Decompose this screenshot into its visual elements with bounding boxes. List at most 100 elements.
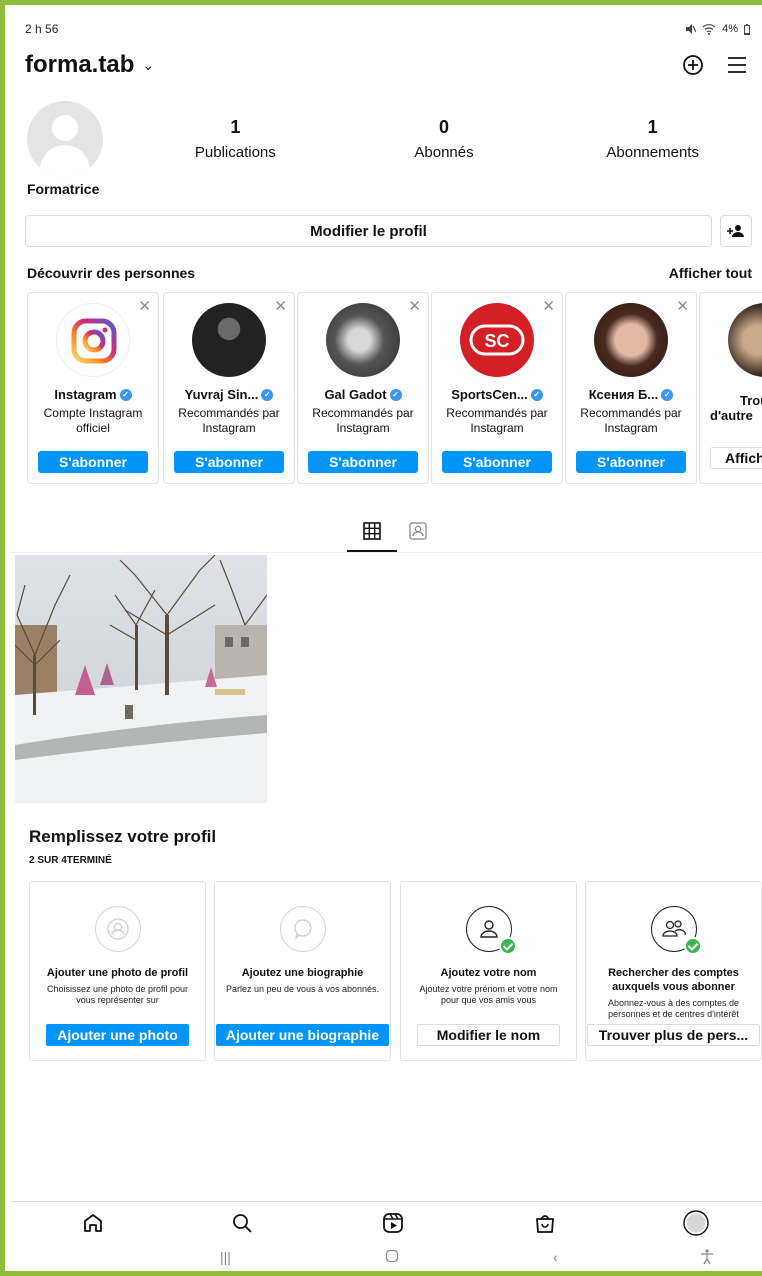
- complete-profile-title: Remplissez votre profil: [29, 827, 217, 846]
- stat-publications[interactable]: 1 Publications: [131, 117, 340, 161]
- stat-value: 1: [647, 117, 658, 137]
- profile-avatar-icon[interactable]: [683, 1210, 709, 1236]
- grid-icon[interactable]: [360, 519, 384, 543]
- suggestion-avatar: [594, 303, 668, 377]
- profile-photo-icon: [94, 906, 141, 952]
- edit-profile-button[interactable]: Modifier le profil: [25, 215, 712, 247]
- username: forma.tab: [25, 51, 135, 78]
- follow-button[interactable]: S'abonner: [442, 451, 552, 473]
- status-icons: 4%: [684, 23, 750, 35]
- profile-tabs: [10, 515, 762, 553]
- suggestion-name[interactable]: Yuvraj Sin... ✓: [164, 387, 294, 402]
- system-navigation-bar: ||| ‹: [10, 1243, 762, 1271]
- follow-button[interactable]: S'abonner: [38, 451, 148, 473]
- battery-percent: 4%: [722, 23, 738, 35]
- suggestion-avatar: [192, 303, 266, 377]
- task-title: Ajoutez votre nom: [440, 967, 537, 979]
- back-icon[interactable]: ‹: [553, 1249, 558, 1265]
- person-icon: [465, 906, 517, 955]
- task-card-bio: Ajoutez une biographie Parlez un peu de …: [214, 881, 391, 1061]
- verified-badge-icon: ✓: [661, 388, 674, 401]
- profile-stats: 1 Publications 0 Abonnés 1 Abonnements: [131, 117, 757, 161]
- suggestion-reason: Recommandés par Instagram: [580, 406, 682, 435]
- svg-text:SC: SC: [484, 331, 509, 351]
- suggestion-name[interactable]: Gal Gadot ✓: [298, 387, 428, 402]
- stat-followers[interactable]: 0 Abonnés: [340, 117, 549, 161]
- see-all-link[interactable]: Afficher tout: [669, 265, 752, 281]
- discover-header: Découvrir des personnes Afficher tout: [27, 265, 752, 281]
- suggestion-card[interactable]: ✕ Yuvraj Sin... ✓ Recommandés par Instagr…: [163, 292, 295, 484]
- task-card-follow: Rechercher des comptes auxquels vous abo…: [585, 881, 762, 1061]
- suggestion-reason: Recommandés par Instagram: [178, 406, 280, 435]
- suggestion-carousel[interactable]: ✕ Instagram ✓ Compte Instagram officiel S…: [27, 292, 762, 484]
- profile-header: forma.tab ⌄: [25, 45, 750, 85]
- add-photo-button[interactable]: Ajouter une photo: [46, 1024, 189, 1046]
- suggestion-card[interactable]: ✕ SC SportsCen... ✓ Recommandés par Insta…: [431, 292, 563, 484]
- search-icon[interactable]: [229, 1210, 255, 1236]
- status-bar: 2 h 56 4%: [25, 19, 750, 39]
- check-icon: [498, 937, 517, 955]
- close-icon[interactable]: ✕: [138, 297, 151, 315]
- follow-button[interactable]: S'abonner: [174, 451, 284, 473]
- complete-profile-progress: 2 SUR 4TERMINÉ: [29, 855, 112, 866]
- verified-badge-icon: ✓: [119, 388, 132, 401]
- task-description: Abonnez-vous à des comptes de personnes …: [607, 998, 740, 1019]
- suggestion-name[interactable]: Ксения Б... ✓: [566, 387, 696, 402]
- profile-avatar[interactable]: [27, 101, 103, 177]
- wifi-icon: [702, 24, 716, 35]
- suggestion-name[interactable]: Instagram ✓: [28, 387, 158, 402]
- home-button-icon[interactable]: [385, 1249, 399, 1266]
- suggestion-name[interactable]: SportsCen... ✓: [432, 387, 562, 402]
- close-icon[interactable]: ✕: [676, 297, 689, 315]
- find-more-people-button[interactable]: Trouver plus de pers...: [587, 1024, 760, 1046]
- chevron-down-icon: ⌄: [142, 56, 155, 73]
- task-title: Rechercher des comptes auxquels vous abo…: [608, 967, 739, 993]
- show-all-button[interactable]: Affiche: [710, 447, 762, 469]
- check-icon: [683, 937, 702, 955]
- add-bio-button[interactable]: Ajouter une biographie: [216, 1024, 389, 1046]
- suggestion-reason: Recommandés par Instagram: [312, 406, 414, 435]
- close-icon[interactable]: ✕: [274, 297, 287, 315]
- stat-label: Abonnés: [414, 144, 474, 161]
- find-more-card[interactable]: Trou d'autre Affiche: [699, 292, 762, 484]
- discover-people-button[interactable]: [720, 215, 752, 247]
- follow-button[interactable]: S'abonner: [576, 451, 686, 473]
- verified-badge-icon: ✓: [261, 388, 274, 401]
- suggestion-card[interactable]: ✕ Gal Gadot ✓ Recommandés par Instagram S…: [297, 292, 429, 484]
- shop-icon[interactable]: [532, 1210, 558, 1236]
- task-title: Ajoutez une biographie: [241, 967, 364, 979]
- home-icon[interactable]: [80, 1210, 106, 1236]
- suggestion-card[interactable]: ✕ Ксения Б... ✓ Recommandés par Instagram…: [565, 292, 697, 484]
- verified-badge-icon: ✓: [530, 388, 543, 401]
- follow-button[interactable]: S'abonner: [308, 451, 418, 473]
- task-description: Ajoutez votre prénom et votre nom pour q…: [419, 984, 558, 1005]
- close-icon[interactable]: ✕: [408, 297, 421, 315]
- suggestion-avatar: [326, 303, 400, 377]
- speech-bubble-icon: [279, 906, 326, 952]
- hamburger-menu-icon[interactable]: [724, 52, 750, 78]
- tagged-icon[interactable]: [406, 519, 430, 543]
- account-switcher[interactable]: forma.tab ⌄: [25, 51, 154, 79]
- recent-apps-icon[interactable]: |||: [220, 1249, 231, 1265]
- stat-value: 0: [439, 117, 450, 137]
- edit-name-button[interactable]: Modifier le nom: [417, 1024, 560, 1046]
- complete-profile-cards[interactable]: Ajouter une photo de profil Choisissez u…: [29, 881, 762, 1061]
- mute-icon: [686, 24, 697, 34]
- close-icon[interactable]: ✕: [542, 297, 555, 315]
- task-card-name: Ajoutez votre nom Ajoutez votre prénom e…: [400, 881, 577, 1061]
- add-person-icon: [727, 225, 744, 237]
- stat-following[interactable]: 1 Abonnements: [548, 117, 757, 161]
- post-thumbnail[interactable]: [15, 555, 267, 803]
- verified-badge-icon: ✓: [389, 388, 402, 401]
- battery-icon: [744, 23, 750, 35]
- display-name: Formatrice: [27, 181, 100, 197]
- task-description: Parlez un peu de vous à vos abonnés.: [225, 984, 380, 994]
- suggestion-card[interactable]: ✕ Instagram ✓ Compte Instagram officiel S…: [27, 292, 159, 484]
- reels-icon[interactable]: [380, 1210, 406, 1236]
- task-description: Choisissez une photo de profil pour vous…: [46, 984, 189, 1005]
- plus-square-icon[interactable]: [680, 52, 706, 78]
- bottom-navigation: [10, 1201, 762, 1241]
- status-time: 2 h 56: [25, 22, 59, 36]
- accessibility-icon[interactable]: [700, 1249, 714, 1268]
- task-card-photo: Ajouter une photo de profil Choisissez u…: [29, 881, 206, 1061]
